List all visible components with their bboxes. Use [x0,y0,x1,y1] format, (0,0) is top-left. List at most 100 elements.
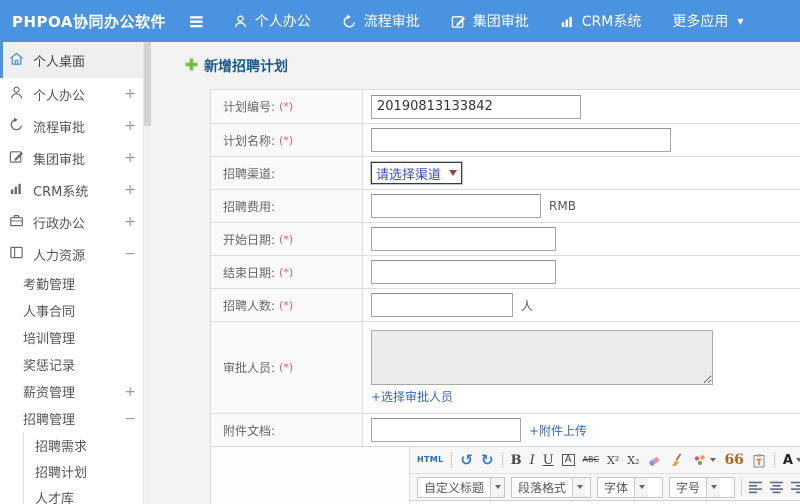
sidebar-item-salary[interactable]: 薪资管理 + [23,378,150,405]
sidebar-item-recruit-plan[interactable]: 招聘计划 [35,458,150,484]
recruitment-submenu: 招聘需求 招聘计划 人才库 [23,432,150,504]
expand-icon[interactable]: + [124,384,136,400]
required-mark: (*) [279,100,294,113]
plan-number-input[interactable] [371,94,581,119]
expand-icon[interactable]: − [124,246,136,262]
undo-icon[interactable]: ↺ [460,452,473,468]
person-icon [233,14,248,29]
superscript-button[interactable]: X² [607,455,619,466]
form-row-editor: HTML ↺ ↻ B I U A ABC X² X₂ 66 A 自定义标题 段落… [211,446,800,504]
required-mark: (*) [279,232,294,246]
nav-label: 集团审批 [472,14,529,30]
main-content: 新增招聘计划 计划编号: (*) 计划名称: (*) [150,42,800,504]
plan-name-input[interactable] [371,128,671,152]
underline-button[interactable]: U [543,454,554,467]
sidebar-item-label: 行政办公 [33,216,86,232]
subscript-button[interactable]: X₂ [627,455,639,466]
caret-down-icon [710,458,717,462]
field-label: 招聘渠道: [223,166,276,181]
caret-down-icon [572,477,587,497]
unit-label: RMB [549,199,576,213]
nav-label: 更多应用 [672,14,729,30]
sidebar-item-admin-office[interactable]: 行政办公 + [0,206,150,238]
nav-process-approval[interactable]: 流程审批 [342,11,420,31]
sidebar-item-hr-contract[interactable]: 人事合同 [23,297,150,324]
color-palette-icon[interactable] [693,454,717,467]
bold-button[interactable]: B [511,454,522,467]
redo-icon[interactable]: ↻ [481,452,494,468]
recruitment-plan-form: 计划编号: (*) 计划名称: (*) [210,89,800,504]
sidebar-scrollbar[interactable] [143,42,151,504]
field-label: 结束日期: [223,265,276,280]
book-icon [9,245,24,264]
form-row: 结束日期: (*) [211,255,800,288]
expand-icon[interactable]: + [124,150,136,166]
nav-more-apps[interactable]: 更多应用 ▼ [672,11,743,31]
expand-icon[interactable]: + [124,86,136,102]
sidebar-item-talent-pool[interactable]: 人才库 [35,484,150,504]
sidebar-item-recruitment[interactable]: 招聘管理 − [23,405,150,432]
align-center-icon[interactable] [769,481,784,494]
channel-select[interactable]: 请选择渠道 [371,162,463,184]
form-row: 招聘人数: (*) 人 [211,288,800,321]
sidebar-item-process-approval[interactable]: 流程审批 + [0,110,150,142]
font-color-button[interactable]: A [783,454,800,467]
nav-personal-office[interactable]: 个人办公 [233,11,311,31]
italic-button[interactable]: I [530,454,535,467]
paste-text-icon[interactable] [752,453,766,468]
expand-icon[interactable]: − [124,411,136,427]
hamburger-menu-icon[interactable]: ≡ [188,11,205,31]
font-family-dropdown[interactable]: 字体 [597,476,663,498]
blockquote-button[interactable]: 66 [724,453,743,467]
select-arrow-icon [449,170,458,176]
sidebar-item-hr[interactable]: 人力资源 − [0,238,150,270]
end-date-input[interactable] [371,260,556,284]
process-icon [342,14,357,29]
fee-input[interactable] [371,194,541,218]
sidebar-item-personal-desktop[interactable]: 个人桌面 [0,42,150,78]
nav-crm[interactable]: CRM系统 [560,11,641,31]
paragraph-format-dropdown[interactable]: 段落格式 [511,476,591,498]
required-mark: (*) [279,265,294,279]
required-mark: (*) [279,361,294,374]
field-label: 招聘费用: [223,199,276,214]
attachment-input[interactable] [371,418,521,442]
sidebar-item-label: 人力资源 [33,248,86,264]
sidebar-item-recruit-demand[interactable]: 招聘需求 [35,432,150,458]
sidebar-item-rewards[interactable]: 奖惩记录 [23,351,150,378]
clean-format-brush-icon[interactable] [670,453,685,467]
sidebar-item-group-approval[interactable]: 集团审批 + [0,142,150,174]
start-date-input[interactable] [371,227,556,251]
eraser-icon[interactable] [647,453,662,467]
sidebar-item-label: 流程审批 [33,120,86,136]
align-right-icon[interactable] [790,481,800,494]
font-size-dropdown[interactable]: 字号 [669,476,735,498]
sidebar-item-crm[interactable]: CRM系统 + [0,174,150,206]
expand-icon[interactable]: + [124,118,136,134]
scrollbar-thumb[interactable] [144,42,151,126]
expand-icon[interactable]: + [124,214,136,230]
field-label: 计划编号: [223,100,276,114]
html-source-button[interactable]: HTML [417,456,443,464]
editor-toolbar-top: HTML ↺ ↻ B I U A ABC X² X₂ 66 A [410,447,800,474]
sidebar-item-training[interactable]: 培训管理 [23,324,150,351]
sidebar-item-label: 个人桌面 [33,54,86,70]
expand-icon[interactable]: + [124,182,136,198]
select-approver-link[interactable]: +选择审批人员 [371,388,453,405]
bar-chart-icon [9,181,24,200]
nav-label: 个人办公 [254,14,311,30]
sidebar-item-attendance[interactable]: 考勤管理 [23,270,150,297]
attachment-upload-link[interactable]: +附件上传 [529,422,587,439]
align-left-icon[interactable] [748,481,763,494]
headcount-input[interactable] [371,293,513,317]
custom-title-dropdown[interactable]: 自定义标题 [417,476,505,498]
field-label: 审批人员: [223,361,276,375]
caret-down-icon [706,477,721,497]
border-text-button[interactable]: A [561,454,575,466]
nav-group-approval[interactable]: 集团审批 [451,11,529,31]
caret-down-icon [795,458,800,462]
approver-textarea[interactable] [371,330,713,385]
strikethrough-button[interactable]: ABC [583,456,599,464]
edit-icon [9,149,24,168]
sidebar-item-personal-office[interactable]: 个人办公 + [0,78,150,110]
